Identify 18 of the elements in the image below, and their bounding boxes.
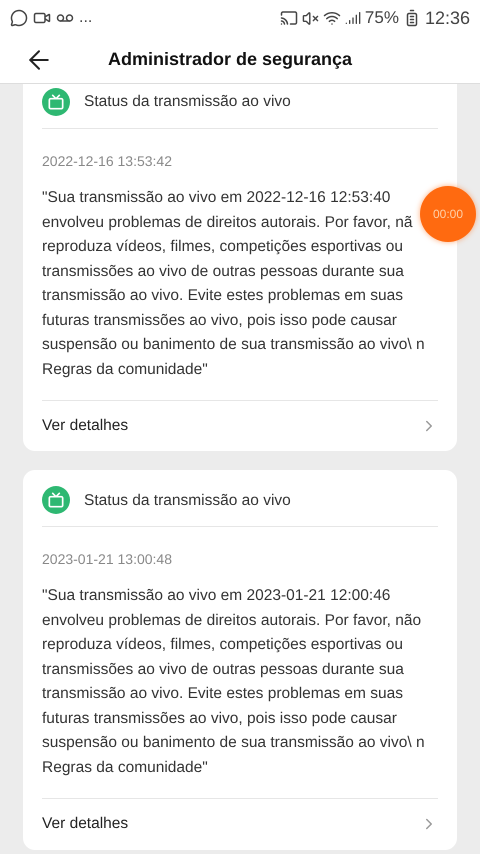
clock-time: 12:36 (424, 6, 470, 30)
date-text: 2023-01-21 13:00:48 (42, 550, 173, 570)
more-notifications-text: ... (79, 8, 92, 28)
message-text: "Sua transmissão ao vivo em 2023-01-21 12:00:46 envolveu problemas de direitos autorais. Por favor, não reproduza vídeos, filmes, competições esportivas ou transmissões ao vivo de outras pessoas durante sua transmissão ao vivo. Evite estes problemas em suas futuras transmissões ao vivo, pois isso pode causar suspensão ou banimento de sua transmissão ao vivo\ n Regras da comunidade" (42, 586, 426, 778)
wifi-icon (322, 9, 341, 27)
details-link[interactable]: Ver detalhes (42, 798, 438, 850)
chat-bubble-icon (10, 9, 28, 27)
details-link[interactable]: Ver detalhes (42, 400, 438, 452)
page-title: Administrador de segurança (108, 48, 352, 71)
cast-icon (280, 9, 298, 27)
date-text: 2022-12-16 13:53:42 (42, 152, 173, 171)
tv-icon (42, 486, 70, 514)
mute-icon (302, 10, 319, 26)
battery-percent: 75% (364, 7, 399, 30)
tv-icon (42, 88, 70, 116)
signal-icon (344, 10, 361, 26)
card-title: Status da transmissão ao vivo (84, 92, 291, 112)
card-title: Status da transmissão ao vivo (84, 490, 291, 511)
